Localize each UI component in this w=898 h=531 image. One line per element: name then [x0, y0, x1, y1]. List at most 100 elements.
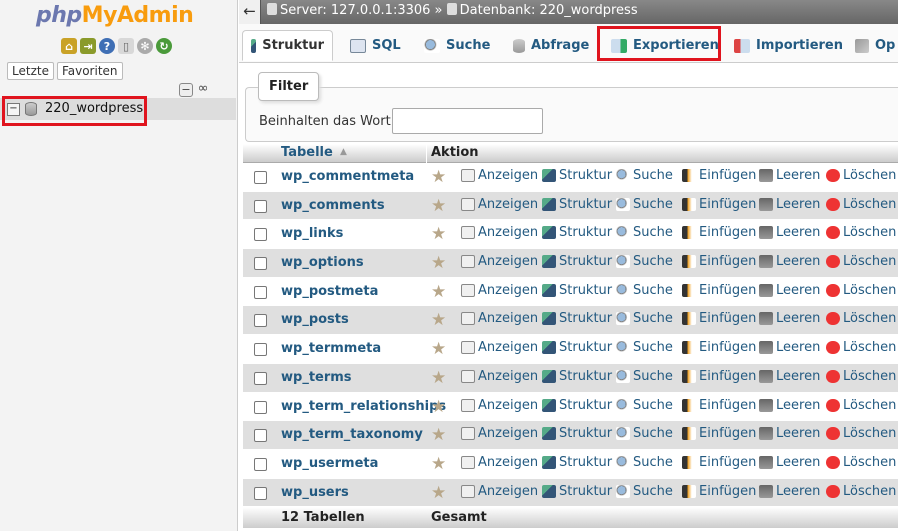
action-browse-link[interactable]: Anzeigen [461, 398, 538, 413]
action-search-link[interactable]: Suche [616, 426, 673, 441]
table-name-link[interactable]: wp_links [281, 226, 343, 241]
table-name-link[interactable]: wp_postmeta [281, 284, 378, 299]
column-header-table[interactable]: Tabelle [281, 145, 333, 160]
favorite-star-icon[interactable]: ★ [431, 310, 446, 330]
reload-icon[interactable]: ↻ [156, 38, 172, 54]
back-button[interactable]: ← [239, 0, 261, 24]
action-insert-link[interactable]: Einfügen [682, 197, 756, 212]
exit-icon[interactable]: ⇥ [80, 38, 96, 54]
filter-input[interactable] [392, 108, 543, 134]
row-checkbox[interactable] [254, 228, 267, 242]
table-name-link[interactable]: wp_users [281, 485, 349, 500]
favorite-star-icon[interactable]: ★ [431, 196, 446, 216]
action-browse-link[interactable]: Anzeigen [461, 225, 538, 240]
tab-import[interactable]: Importieren [726, 30, 851, 61]
action-search-link[interactable]: Suche [616, 340, 673, 355]
action-empty-link[interactable]: Leeren [759, 455, 820, 470]
breadcrumb-server[interactable]: Server: 127.0.0.1:3306 [280, 3, 430, 18]
action-empty-link[interactable]: Leeren [759, 197, 820, 212]
action-drop-link[interactable]: Löschen [826, 197, 896, 212]
action-browse-link[interactable]: Anzeigen [461, 168, 538, 183]
action-empty-link[interactable]: Leeren [759, 254, 820, 269]
favorite-star-icon[interactable]: ★ [431, 253, 446, 273]
action-browse-link[interactable]: Anzeigen [461, 455, 538, 470]
action-browse-link[interactable]: Anzeigen [461, 340, 538, 355]
action-empty-link[interactable]: Leeren [759, 225, 820, 240]
action-insert-link[interactable]: Einfügen [682, 311, 756, 326]
favorite-star-icon[interactable]: ★ [431, 454, 446, 474]
action-insert-link[interactable]: Einfügen [682, 484, 756, 499]
action-drop-link[interactable]: Löschen [826, 225, 896, 240]
action-insert-link[interactable]: Einfügen [682, 225, 756, 240]
row-checkbox[interactable] [254, 199, 267, 213]
action-drop-link[interactable]: Löschen [826, 168, 896, 183]
table-name-link[interactable]: wp_posts [281, 312, 349, 327]
action-drop-link[interactable]: Löschen [826, 311, 896, 326]
action-empty-link[interactable]: Leeren [759, 426, 820, 441]
action-insert-link[interactable]: Einfügen [682, 369, 756, 384]
action-structure-link[interactable]: Struktur [542, 168, 612, 183]
action-structure-link[interactable]: Struktur [542, 340, 612, 355]
home-icon[interactable]: ⌂ [61, 38, 77, 54]
row-checkbox[interactable] [254, 257, 267, 271]
row-checkbox[interactable] [254, 314, 267, 328]
table-name-link[interactable]: wp_termmeta [281, 341, 381, 356]
action-browse-link[interactable]: Anzeigen [461, 197, 538, 212]
action-empty-link[interactable]: Leeren [759, 283, 820, 298]
action-search-link[interactable]: Suche [616, 484, 673, 499]
action-search-link[interactable]: Suche [616, 311, 673, 326]
table-name-link[interactable]: wp_commentmeta [281, 169, 414, 184]
favorite-star-icon[interactable]: ★ [431, 224, 446, 244]
action-empty-link[interactable]: Leeren [759, 484, 820, 499]
action-drop-link[interactable]: Löschen [826, 426, 896, 441]
phpmyadmin-logo[interactable]: phpMyAdmin [36, 3, 194, 28]
recent-tab[interactable]: Letzte [7, 62, 54, 80]
row-checkbox[interactable] [254, 371, 267, 385]
tab-sql[interactable]: SQL [342, 30, 409, 61]
action-insert-link[interactable]: Einfügen [682, 426, 756, 441]
favorite-star-icon[interactable]: ★ [431, 339, 446, 359]
row-checkbox[interactable] [254, 400, 267, 414]
row-checkbox[interactable] [254, 486, 267, 500]
action-drop-link[interactable]: Löschen [826, 484, 896, 499]
link-icon[interactable]: ∞ [196, 82, 210, 97]
favorite-star-icon[interactable]: ★ [431, 425, 446, 445]
favorite-star-icon[interactable]: ★ [431, 368, 446, 388]
settings-icon[interactable]: ✻ [137, 38, 153, 54]
action-search-link[interactable]: Suche [616, 455, 673, 470]
docs-icon[interactable]: ▯ [118, 38, 134, 54]
favorite-star-icon[interactable]: ★ [431, 397, 446, 417]
action-drop-link[interactable]: Löschen [826, 283, 896, 298]
action-drop-link[interactable]: Löschen [826, 254, 896, 269]
row-checkbox[interactable] [254, 343, 267, 357]
action-browse-link[interactable]: Anzeigen [461, 254, 538, 269]
action-empty-link[interactable]: Leeren [759, 168, 820, 183]
breadcrumb-database[interactable]: Datenbank: 220_wordpress [460, 3, 638, 18]
action-drop-link[interactable]: Löschen [826, 455, 896, 470]
tab-query[interactable]: Abfrage [505, 30, 597, 61]
action-drop-link[interactable]: Löschen [826, 398, 896, 413]
action-structure-link[interactable]: Struktur [542, 197, 612, 212]
action-browse-link[interactable]: Anzeigen [461, 426, 538, 441]
action-structure-link[interactable]: Struktur [542, 398, 612, 413]
action-structure-link[interactable]: Struktur [542, 484, 612, 499]
favorite-star-icon[interactable]: ★ [431, 282, 446, 302]
row-checkbox[interactable] [254, 429, 267, 443]
table-name-link[interactable]: wp_terms [281, 370, 352, 385]
favorite-star-icon[interactable]: ★ [431, 483, 446, 503]
action-drop-link[interactable]: Löschen [826, 340, 896, 355]
action-search-link[interactable]: Suche [616, 254, 673, 269]
action-empty-link[interactable]: Leeren [759, 311, 820, 326]
table-name-link[interactable]: wp_options [281, 255, 364, 270]
tab-operations[interactable]: Op [847, 30, 898, 61]
collapse-all-icon[interactable]: − [179, 83, 193, 97]
action-empty-link[interactable]: Leeren [759, 340, 820, 355]
row-checkbox[interactable] [254, 171, 267, 184]
action-insert-link[interactable]: Einfügen [682, 283, 756, 298]
action-structure-link[interactable]: Struktur [542, 254, 612, 269]
action-structure-link[interactable]: Struktur [542, 311, 612, 326]
action-drop-link[interactable]: Löschen [826, 369, 896, 384]
action-structure-link[interactable]: Struktur [542, 426, 612, 441]
tab-search[interactable]: Suche [416, 30, 498, 61]
action-search-link[interactable]: Suche [616, 197, 673, 212]
